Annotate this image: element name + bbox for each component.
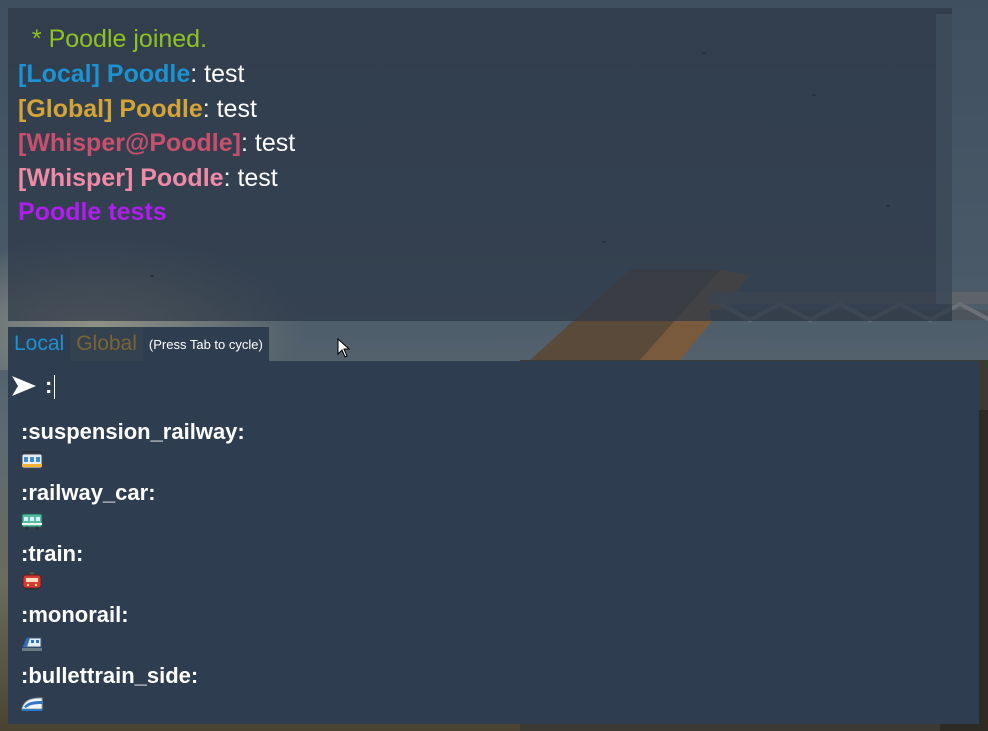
chat-input[interactable]: : bbox=[45, 372, 56, 400]
emoji-suggestion-label: :train: bbox=[21, 541, 84, 566]
chat-message: Poodle tests bbox=[18, 197, 167, 227]
channel-tabs: Local Global (Press Tab to cycle) bbox=[8, 327, 269, 361]
emoji-suggestion-label: :railway_car: bbox=[21, 480, 156, 505]
emoji-suggestion[interactable]: :suspension_railway: bbox=[21, 417, 245, 478]
chat-message-text: : test bbox=[223, 164, 278, 192]
tab-local[interactable]: Local bbox=[8, 327, 71, 361]
history-scrollbar[interactable] bbox=[936, 14, 952, 304]
emoji-suggestion[interactable]: :monorail: bbox=[21, 600, 245, 661]
chat-message-prefix: [Whisper] Poodle bbox=[18, 164, 224, 192]
suspension-railway-icon bbox=[21, 451, 43, 469]
emoji-suggestion-label: :monorail: bbox=[21, 602, 129, 627]
monorail-icon bbox=[22, 637, 42, 651]
emoji-suggestion-label: :suspension_railway: bbox=[21, 419, 245, 444]
chat-input-row[interactable]: : bbox=[11, 371, 56, 401]
tab-global[interactable]: Global bbox=[70, 327, 143, 361]
train-icon bbox=[22, 572, 42, 590]
emoji-suggestion[interactable]: :bullettrain_side: bbox=[21, 661, 245, 722]
text-caret bbox=[54, 375, 56, 400]
emoji-suggestion[interactable]: :railway_car: bbox=[21, 478, 245, 539]
chat-message-prefix: Poodle tests bbox=[18, 198, 167, 226]
bullettrain-side-icon bbox=[21, 697, 43, 711]
chat-message: [Whisper] Poodle: test bbox=[18, 163, 278, 193]
chat-input-panel: : :suspension_railway: :railway_car::tr… bbox=[8, 361, 979, 724]
send-arrow-icon[interactable] bbox=[11, 374, 37, 398]
emoji-suggestion-label: :bullettrain_side: bbox=[21, 663, 199, 688]
chat-message-prefix: [Global] Poodle bbox=[18, 95, 203, 123]
chat-message: [Whisper@Poodle]: test bbox=[18, 128, 295, 158]
chat-input-value: : bbox=[45, 373, 53, 398]
chat-message-text: : test bbox=[202, 95, 257, 123]
chat-message-prefix: [Local] Poodle bbox=[18, 60, 191, 88]
emoji-suggestion[interactable]: :train: bbox=[21, 539, 245, 600]
railway-car-icon bbox=[21, 513, 43, 530]
emoji-suggestion-list: :suspension_railway: :railway_car::trai… bbox=[21, 417, 245, 722]
chat-history: * Poodle joined. [Local] Poodle: test [Glo… bbox=[8, 8, 952, 321]
chat-message-text: : test bbox=[190, 60, 245, 88]
chat-message-text: : test bbox=[241, 129, 296, 157]
chat-message: * Poodle joined. bbox=[18, 24, 207, 54]
chat-message: [Global] Poodle: test bbox=[18, 94, 257, 124]
mouse-cursor-icon bbox=[337, 338, 351, 358]
tab-cycle-hint: (Press Tab to cycle) bbox=[142, 327, 269, 361]
chat-message: [Local] Poodle: test bbox=[18, 59, 244, 89]
chat-message-prefix: [Whisper@Poodle] bbox=[18, 129, 241, 157]
chat-message-prefix: * Poodle joined. bbox=[18, 25, 208, 53]
